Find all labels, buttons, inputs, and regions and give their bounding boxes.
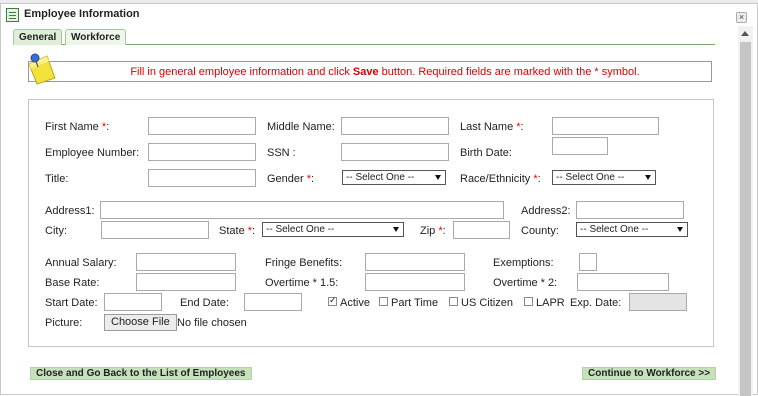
scroll-thumb[interactable]	[740, 42, 751, 396]
middle-name-input[interactable]	[341, 117, 449, 135]
birth-date-label: Birth Date:	[460, 147, 512, 159]
overtime-2-label: Overtime * 2:	[493, 277, 558, 289]
dialog-titlebar: Employee Information ×	[1, 4, 757, 26]
annual-salary-input[interactable]	[136, 253, 236, 271]
city-input[interactable]	[101, 221, 209, 239]
continue-to-workforce-button[interactable]: Continue to Workforce >>	[582, 367, 717, 380]
exemptions-input[interactable]	[579, 253, 597, 271]
address2-label: Address2:	[521, 205, 571, 217]
state-select[interactable]: -- Select One --	[262, 222, 404, 237]
end-date-label: End Date:	[180, 297, 229, 309]
tab-bar: General Workforce	[13, 28, 715, 45]
overtime-15-label: Overtime * 1.5:	[265, 277, 339, 289]
zip-label: Zip *:	[420, 225, 446, 237]
birth-date-input[interactable]	[552, 137, 608, 155]
chevron-down-icon	[677, 227, 683, 232]
city-label: City:	[45, 225, 67, 237]
start-date-label: Start Date:	[45, 297, 98, 309]
us-citizen-checkbox[interactable]	[449, 297, 458, 306]
lapr-checkbox[interactable]	[524, 297, 533, 306]
close-icon[interactable]: ×	[736, 12, 747, 23]
part-time-label: Part Time	[391, 297, 439, 309]
active-label: Active	[340, 297, 370, 309]
employee-number-label: Employee Number:	[45, 147, 140, 159]
gender-select[interactable]: -- Select One --	[342, 170, 446, 185]
chevron-down-icon	[435, 175, 441, 180]
overtime-2-input[interactable]	[577, 273, 669, 291]
file-status-text: No file chosen	[177, 317, 247, 329]
base-rate-label: Base Rate:	[45, 277, 100, 289]
ssn-label: SSN :	[267, 147, 296, 159]
address2-input[interactable]	[576, 201, 684, 219]
fringe-benefits-input[interactable]	[365, 253, 465, 271]
overtime-15-input[interactable]	[365, 273, 465, 291]
title-label: Title:	[45, 173, 69, 185]
exemptions-label: Exemptions:	[493, 257, 554, 269]
us-citizen-label: US Citizen	[461, 297, 513, 309]
address1-input[interactable]	[100, 201, 504, 219]
gender-label: Gender *:	[267, 173, 315, 185]
start-date-input[interactable]	[104, 293, 162, 311]
picture-label: Picture:	[45, 317, 83, 329]
back-to-list-button[interactable]: Close and Go Back to the List of Employe…	[30, 367, 252, 380]
active-checkbox[interactable]	[328, 295, 337, 306]
note-pin-icon	[28, 53, 56, 85]
part-time-checkbox[interactable]	[379, 297, 388, 306]
race-label: Race/Ethnicity *:	[460, 173, 541, 185]
choose-file-button[interactable]: Choose File	[104, 314, 177, 331]
race-select[interactable]: -- Select One --	[552, 170, 656, 185]
title-input[interactable]	[148, 169, 256, 187]
first-name-input[interactable]	[148, 117, 256, 135]
annual-salary-label: Annual Salary:	[45, 257, 117, 269]
address1-label: Address1:	[45, 205, 95, 217]
tab-workforce[interactable]: Workforce	[65, 29, 127, 45]
vertical-scrollbar[interactable]	[738, 26, 753, 396]
tab-general[interactable]: General	[13, 29, 63, 45]
fringe-benefits-label: Fringe Benefits:	[265, 257, 343, 269]
state-label: State *:	[219, 225, 256, 237]
exp-date-input[interactable]	[629, 293, 687, 311]
end-date-input[interactable]	[244, 293, 302, 311]
ssn-input[interactable]	[341, 143, 449, 161]
employee-number-input[interactable]	[148, 143, 256, 161]
last-name-label: Last Name *:	[460, 121, 524, 133]
county-select[interactable]: -- Select One --	[576, 222, 688, 237]
chevron-down-icon	[645, 175, 651, 180]
middle-name-label: Middle Name:	[267, 121, 335, 133]
last-name-input[interactable]	[552, 117, 659, 135]
first-name-label: First Name *:	[45, 121, 110, 133]
exp-date-label: Exp. Date:	[570, 297, 622, 309]
notice-text: Fill in general employee information and…	[130, 66, 640, 78]
base-rate-input[interactable]	[136, 273, 236, 291]
scroll-up-icon[interactable]	[741, 31, 749, 36]
info-notice: Fill in general employee information and…	[28, 61, 712, 82]
lapr-label: LAPR	[536, 297, 565, 309]
dialog-title: Employee Information	[24, 8, 140, 20]
zip-input[interactable]	[453, 221, 510, 239]
chevron-down-icon	[393, 227, 399, 232]
form-icon	[6, 8, 19, 22]
county-label: County:	[521, 225, 559, 237]
